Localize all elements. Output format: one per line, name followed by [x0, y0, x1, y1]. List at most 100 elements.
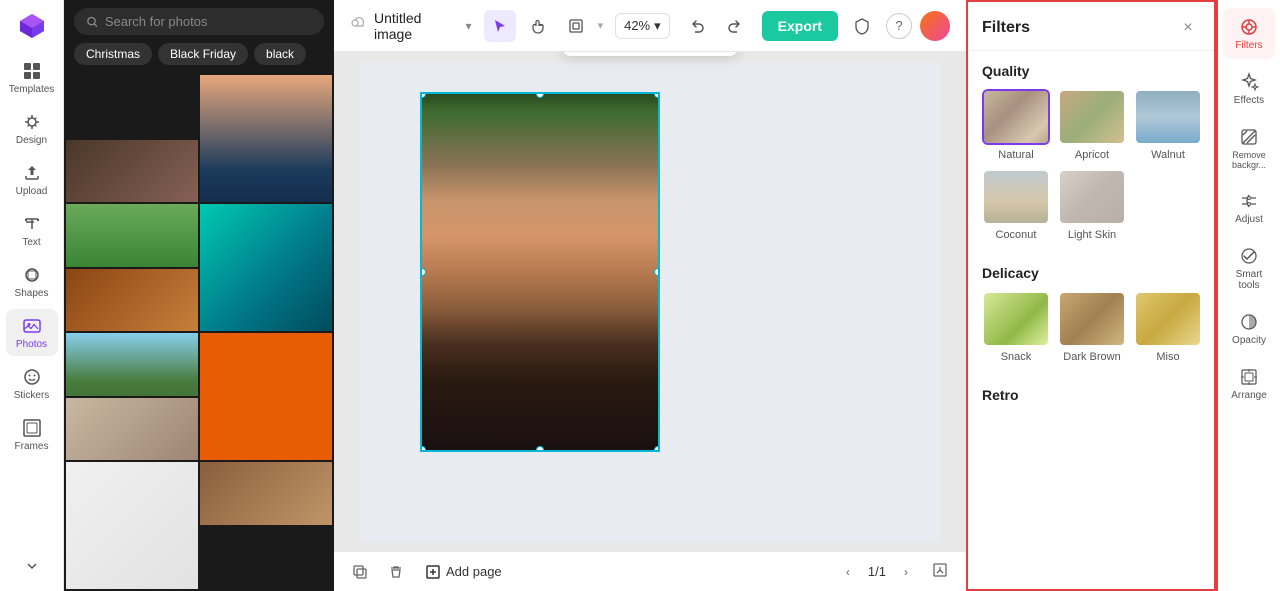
delicacy-section: Delicacy Snack Dark Brown Miso — [968, 253, 1214, 375]
tag-black[interactable]: black — [254, 43, 306, 65]
delicacy-filter-grid: Snack Dark Brown Miso — [982, 291, 1200, 363]
effects-icon — [1238, 71, 1260, 93]
list-item[interactable] — [200, 462, 332, 525]
help-button[interactable]: ? — [886, 13, 912, 39]
prev-page-button[interactable]: ‹ — [836, 560, 860, 584]
sidebar-item-photos[interactable]: Photos — [6, 309, 58, 356]
list-item[interactable] — [66, 462, 198, 589]
image-content — [422, 94, 658, 450]
export-button[interactable]: Export — [762, 11, 838, 41]
apricot-thumb — [1058, 89, 1126, 145]
quality-filter-grid: Natural Apricot Walnut Coconut — [982, 89, 1200, 241]
filters-panel-label: Filters — [1235, 40, 1262, 51]
add-page-button[interactable]: Add page — [418, 560, 510, 583]
lightskin-label: Light Skin — [1068, 229, 1116, 241]
canvas: ··· ↻ — [360, 62, 940, 542]
shield-button[interactable] — [846, 10, 878, 42]
sidebar-item-shapes[interactable]: Shapes — [6, 258, 58, 305]
right-panel-filters[interactable]: Filters — [1223, 8, 1275, 59]
duplicate-button[interactable] — [346, 558, 374, 586]
avatar[interactable] — [920, 11, 950, 41]
redo-button[interactable] — [718, 10, 750, 42]
natural-thumb — [982, 89, 1050, 145]
frame-caret[interactable]: ▾ — [598, 19, 604, 32]
filters-panel: Filters × Quality Natural Apricot — [966, 0, 1216, 591]
zoom-value: 42% — [624, 18, 650, 33]
tag-black-friday[interactable]: Black Friday — [158, 43, 248, 65]
right-panel-adjust[interactable]: Adjust — [1223, 182, 1275, 233]
filters-close-button[interactable]: × — [1176, 16, 1200, 40]
frames-label: Frames — [15, 441, 49, 452]
list-item[interactable] — [66, 333, 198, 396]
retro-section: Retro — [968, 375, 1214, 425]
right-panel-opacity[interactable]: Opacity — [1223, 303, 1275, 354]
list-item[interactable] — [200, 333, 332, 460]
smart-tools-label: Smart tools — [1227, 269, 1271, 291]
list-item[interactable] — [200, 75, 332, 202]
search-input[interactable] — [105, 14, 312, 29]
walnut-thumb — [1134, 89, 1202, 145]
photos-icon — [21, 315, 43, 337]
sidebar-item-text[interactable]: Text — [6, 207, 58, 254]
upload-icon — [21, 162, 43, 184]
filter-darkbrown[interactable]: Dark Brown — [1058, 291, 1126, 363]
select-tool-button[interactable] — [484, 10, 516, 42]
delete-button[interactable] — [382, 558, 410, 586]
filter-walnut[interactable]: Walnut — [1134, 89, 1202, 161]
right-panel-remove-bg[interactable]: Remove backgr... — [1223, 118, 1275, 178]
expand-button[interactable] — [926, 558, 954, 586]
lightskin-thumb — [1058, 169, 1126, 225]
search-input-wrapper — [74, 8, 324, 35]
filter-natural[interactable]: Natural — [982, 89, 1050, 161]
undo-button[interactable] — [682, 10, 714, 42]
floating-toolbar: ··· — [563, 52, 738, 56]
list-item[interactable] — [200, 204, 332, 331]
shapes-label: Shapes — [15, 288, 49, 299]
resize-handle-tr[interactable] — [654, 92, 660, 98]
sidebar-item-stickers[interactable]: Stickers — [6, 360, 58, 407]
sidebar-item-design[interactable]: Design — [6, 105, 58, 152]
sidebar-item-frames[interactable]: Frames — [6, 411, 58, 458]
filter-apricot[interactable]: Apricot — [1058, 89, 1126, 161]
right-panel-smart-tools[interactable]: Smart tools — [1223, 237, 1275, 299]
add-page-label: Add page — [446, 564, 502, 579]
resize-handle-mr[interactable] — [654, 268, 660, 276]
resize-handle-bm[interactable] — [536, 446, 544, 452]
miso-label: Miso — [1156, 351, 1179, 363]
doc-title-area: Untitled image ▾ — [350, 10, 472, 42]
doc-title: Untitled image — [374, 10, 460, 42]
frame-tool-button[interactable] — [560, 10, 592, 42]
list-item[interactable] — [66, 140, 198, 203]
zoom-control[interactable]: 42% ▾ — [615, 13, 670, 39]
adjust-icon — [1238, 190, 1260, 212]
filter-coconut[interactable]: Coconut — [982, 169, 1050, 241]
filter-miso[interactable]: Miso — [1134, 291, 1202, 363]
doc-caret[interactable]: ▾ — [466, 19, 472, 33]
search-icon — [86, 15, 99, 29]
filter-lightskin[interactable]: Light Skin — [1058, 169, 1126, 241]
list-item[interactable] — [66, 398, 198, 461]
sidebar-item-more[interactable] — [6, 549, 58, 583]
next-page-button[interactable]: › — [894, 560, 918, 584]
hand-tool-button[interactable] — [522, 10, 554, 42]
tag-christmas[interactable]: Christmas — [74, 43, 152, 65]
list-item[interactable] — [66, 75, 198, 138]
shapes-icon — [21, 264, 43, 286]
walnut-label: Walnut — [1151, 149, 1185, 161]
tag-row: Christmas Black Friday black — [64, 43, 334, 73]
resize-handle-br[interactable] — [654, 446, 660, 452]
list-item[interactable] — [66, 269, 198, 332]
logo[interactable] — [14, 8, 50, 44]
right-panel-arrange[interactable]: Arrange — [1223, 358, 1275, 409]
apricot-label: Apricot — [1075, 149, 1109, 161]
sidebar: Templates Design Upload Text — [0, 0, 64, 591]
right-panel-effects[interactable]: Effects — [1223, 63, 1275, 114]
list-item[interactable] — [66, 204, 198, 267]
arrange-label: Arrange — [1231, 390, 1267, 401]
filter-snack[interactable]: Snack — [982, 291, 1050, 363]
sidebar-item-upload[interactable]: Upload — [6, 156, 58, 203]
sidebar-item-templates[interactable]: Templates — [6, 54, 58, 101]
photos-grid — [64, 73, 334, 591]
selected-image[interactable]: ↻ — [420, 92, 660, 452]
effects-label: Effects — [1234, 95, 1264, 106]
